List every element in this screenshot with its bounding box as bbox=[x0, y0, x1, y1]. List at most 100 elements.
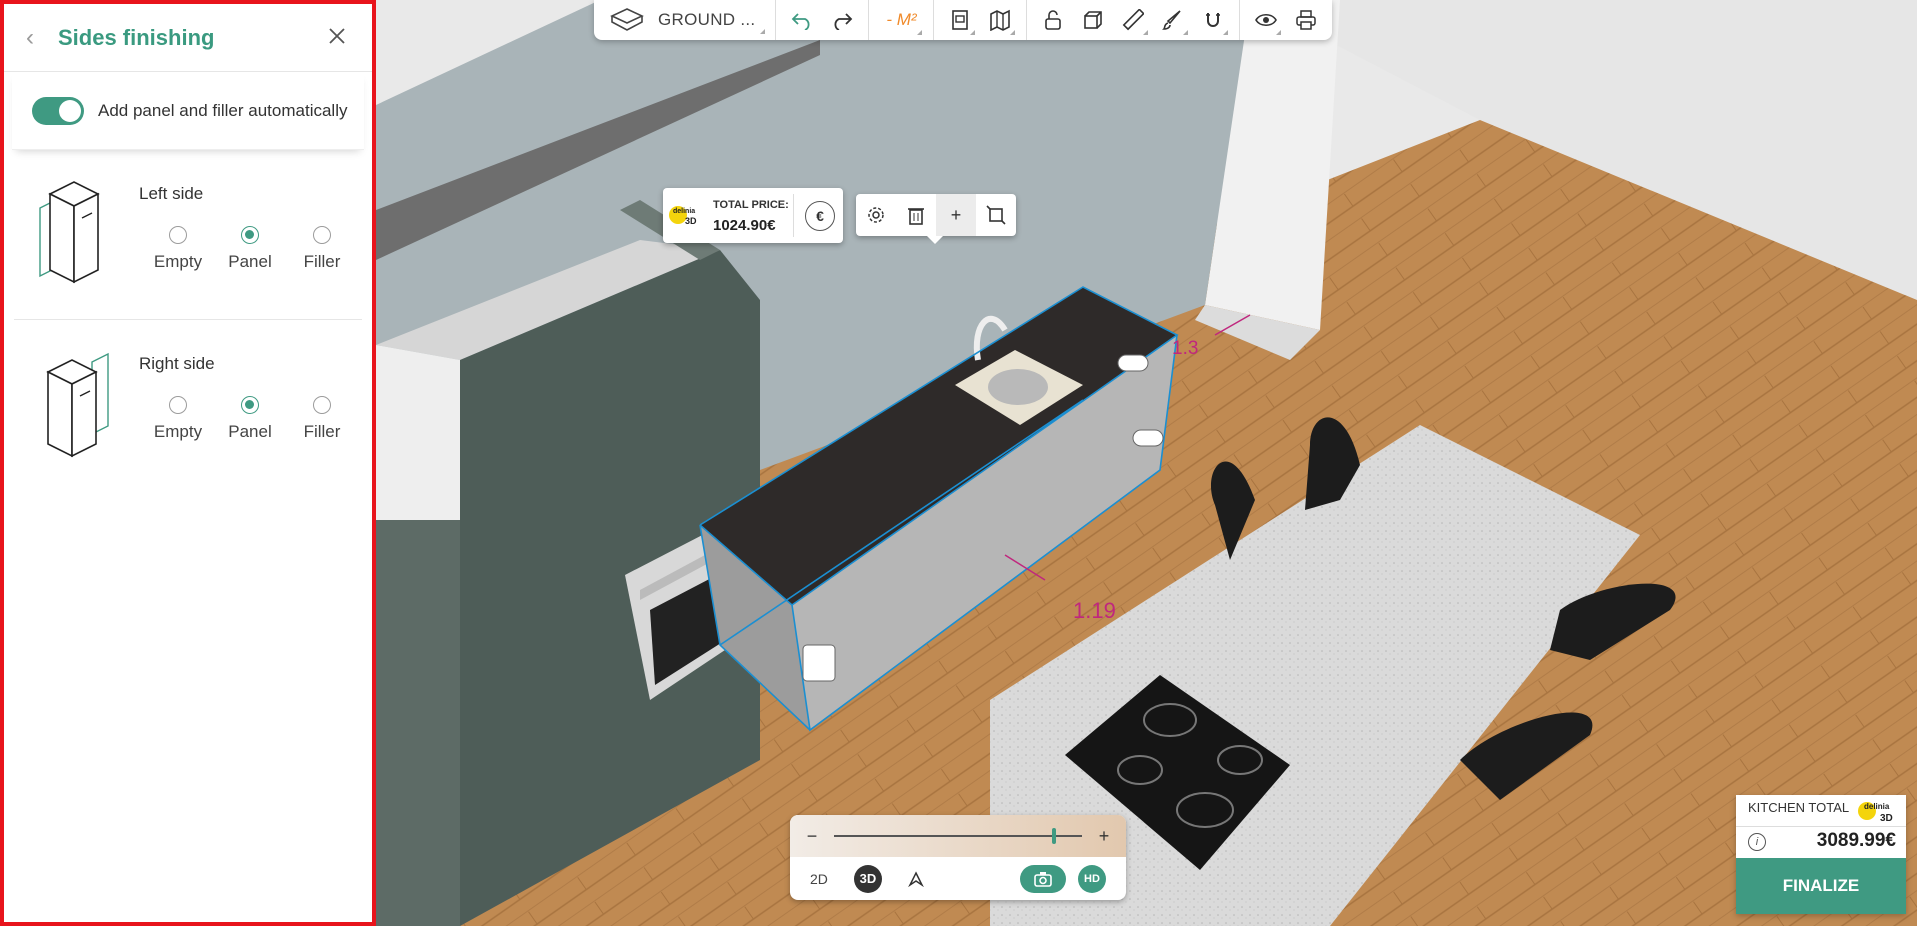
right-option-filler[interactable]: Filler bbox=[286, 396, 358, 442]
area-group: - M² bbox=[869, 0, 935, 40]
back-icon[interactable]: ‹ bbox=[26, 25, 52, 50]
auto-panel-label: Add panel and filler automatically bbox=[98, 100, 348, 120]
resize-icon bbox=[986, 205, 1006, 225]
option-label: Panel bbox=[228, 252, 272, 271]
view-2d-button[interactable]: 2D bbox=[810, 871, 828, 887]
upper-cabinet bbox=[376, 345, 460, 520]
radio-button[interactable] bbox=[169, 226, 187, 244]
main-toolbar: GROUND ... - M² bbox=[594, 0, 1333, 40]
left-side-title: Left side bbox=[139, 184, 204, 203]
navigation-icon bbox=[908, 870, 924, 887]
info-icon[interactable]: i bbox=[1748, 833, 1766, 851]
radio-button[interactable] bbox=[169, 396, 187, 414]
radio-button[interactable] bbox=[241, 396, 259, 414]
camera-icon bbox=[1034, 871, 1052, 887]
right-side-cabinet-icon bbox=[46, 352, 109, 458]
walk-mode-button[interactable] bbox=[908, 870, 924, 887]
paint-button[interactable] bbox=[1153, 0, 1193, 40]
unlink-handle[interactable] bbox=[802, 644, 836, 682]
rotate-handle[interactable] bbox=[1117, 354, 1149, 372]
option-label: Empty bbox=[153, 252, 203, 271]
radio-button[interactable] bbox=[313, 226, 331, 244]
left-side-section: Left side Empty Panel Filler bbox=[14, 150, 362, 320]
undo-button[interactable] bbox=[782, 0, 822, 40]
delete-button[interactable] bbox=[896, 194, 936, 236]
option-label: Filler bbox=[303, 422, 341, 441]
magnet-icon bbox=[1206, 13, 1221, 27]
measure-button[interactable] bbox=[1113, 0, 1153, 40]
zoom-view-controls: − + 2D 3D HD bbox=[790, 815, 1126, 900]
zoom-out-button[interactable]: − bbox=[804, 826, 820, 847]
cube-button[interactable] bbox=[1073, 0, 1113, 40]
view-mode-row: 2D 3D HD bbox=[790, 857, 1126, 900]
item-context-toolbar: + bbox=[856, 194, 1016, 244]
zoom-slider[interactable] bbox=[834, 828, 1082, 844]
tools-group bbox=[1027, 0, 1241, 40]
right-option-empty[interactable]: Empty bbox=[142, 396, 214, 442]
sides-finishing-panel: ‹ Sides finishing Add panel and filler a… bbox=[0, 0, 376, 926]
plus-icon: + bbox=[950, 204, 962, 225]
floor-label: GROUND ... bbox=[658, 10, 756, 29]
magnet-button[interactable] bbox=[1193, 0, 1233, 40]
left-option-empty[interactable]: Empty bbox=[142, 226, 214, 272]
redo-button[interactable] bbox=[822, 0, 862, 40]
popup-pointer bbox=[927, 236, 943, 244]
currency-button[interactable]: € bbox=[805, 201, 835, 231]
dimension-label: 1.19 bbox=[1073, 598, 1116, 623]
view-3d-button[interactable]: 3D bbox=[853, 864, 882, 893]
trash-icon bbox=[908, 208, 924, 225]
close-icon[interactable] bbox=[326, 25, 348, 47]
svg-text:3D: 3D bbox=[685, 216, 697, 226]
cabinet-side bbox=[376, 520, 460, 926]
right-option-panel[interactable]: Panel bbox=[214, 396, 286, 442]
settings-icon bbox=[868, 207, 884, 223]
document-button[interactable] bbox=[940, 0, 980, 40]
zoom-in-button[interactable]: + bbox=[1096, 826, 1112, 847]
panel-title: Sides finishing bbox=[58, 24, 215, 50]
radio-button[interactable] bbox=[313, 396, 331, 414]
panel-header: ‹ Sides finishing bbox=[4, 4, 372, 72]
left-option-filler[interactable]: Filler bbox=[286, 226, 358, 272]
paint-brush-icon bbox=[1162, 10, 1182, 30]
floor-group: GROUND ... bbox=[594, 0, 777, 40]
sink-basin bbox=[988, 369, 1048, 405]
radio-button[interactable] bbox=[241, 226, 259, 244]
eye-icon bbox=[1255, 13, 1278, 27]
screenshot-button[interactable] bbox=[1020, 864, 1066, 893]
left-option-panel[interactable]: Panel bbox=[214, 226, 286, 272]
settings-button[interactable] bbox=[856, 194, 896, 236]
finalize-button[interactable]: FINALIZE bbox=[1736, 858, 1906, 914]
visibility-button[interactable] bbox=[1246, 0, 1286, 40]
auto-panel-row: Add panel and filler automatically bbox=[12, 72, 364, 150]
view-group bbox=[1240, 0, 1332, 40]
floor-icon bbox=[610, 8, 644, 31]
ruler-icon bbox=[1123, 9, 1145, 31]
right-side-section: Right side Empty Panel Filler bbox=[14, 320, 362, 490]
option-label: Empty bbox=[153, 422, 203, 441]
total-label: KITCHEN TOTAL bbox=[1748, 800, 1850, 815]
dimension-label: 1.3 bbox=[1172, 338, 1199, 359]
resize-button[interactable] bbox=[976, 194, 1016, 236]
option-label: Panel bbox=[228, 422, 272, 441]
area-button[interactable]: - M² bbox=[875, 0, 927, 40]
map-icon bbox=[990, 9, 1011, 31]
left-side-cabinet-icon bbox=[39, 181, 100, 284]
divider bbox=[793, 194, 794, 237]
auto-panel-toggle[interactable] bbox=[32, 96, 84, 125]
toggle-knob bbox=[59, 99, 81, 122]
lock-button[interactable] bbox=[1033, 0, 1073, 40]
print-button[interactable] bbox=[1286, 0, 1326, 40]
floor-selector[interactable]: GROUND ... bbox=[600, 0, 769, 40]
zoom-slider-thumb[interactable] bbox=[1052, 828, 1057, 844]
divider bbox=[1736, 826, 1906, 827]
undo-icon bbox=[792, 13, 810, 30]
rotate-handle[interactable] bbox=[1132, 429, 1164, 447]
area-label: - M² bbox=[886, 10, 917, 29]
zoom-row: − + bbox=[790, 815, 1126, 857]
hd-render-button[interactable]: HD bbox=[1078, 864, 1106, 893]
price-label: TOTAL PRICE: bbox=[713, 199, 789, 211]
brand-logo: delinia3D bbox=[669, 206, 697, 226]
map-button[interactable] bbox=[980, 0, 1020, 40]
add-button[interactable]: + bbox=[936, 194, 976, 236]
print-icon bbox=[1296, 10, 1317, 30]
